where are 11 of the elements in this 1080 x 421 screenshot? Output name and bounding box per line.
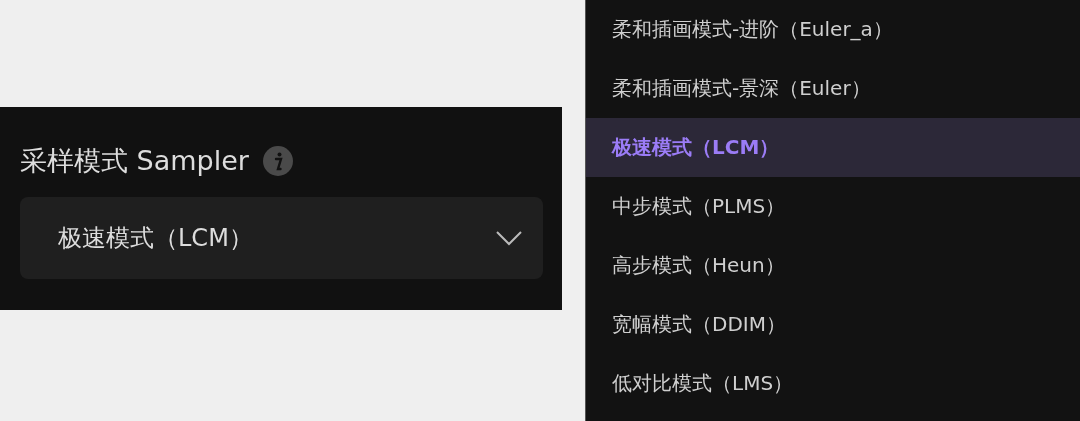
chevron-down-icon [495, 230, 523, 246]
menu-item[interactable]: 宽幅模式（DDIM） [586, 295, 1080, 354]
field-label: 采样模式 Sampler [20, 144, 249, 178]
menu-item[interactable]: 柔和插画模式-进阶（Euler_a） [586, 0, 1080, 59]
menu-item[interactable]: 低对比模式（LMS） [586, 354, 1080, 413]
menu-item[interactable]: 柔和插画模式-景深（Euler） [586, 59, 1080, 118]
menu-item[interactable]: 中步模式（PLMS） [586, 177, 1080, 236]
info-icon[interactable] [262, 146, 293, 176]
sampler-select[interactable]: 极速模式（LCM） [20, 197, 543, 279]
menu-item[interactable]: 极速模式（LCM） [586, 118, 1080, 177]
menu-item[interactable]: 高步模式（Heun） [586, 236, 1080, 295]
